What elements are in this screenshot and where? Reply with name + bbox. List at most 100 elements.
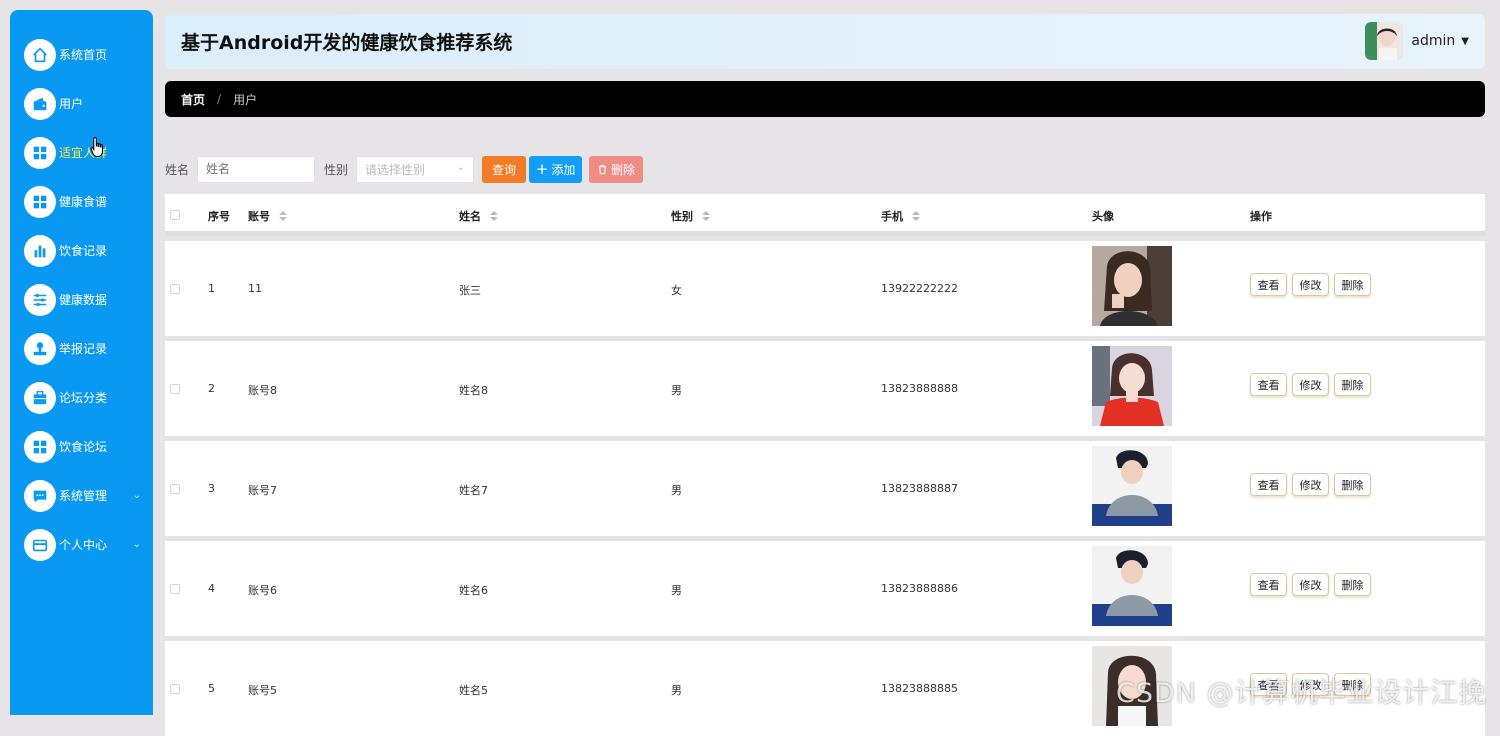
- cell-account: 11: [248, 282, 262, 295]
- chevron-down-icon: ⌄: [456, 161, 466, 173]
- sidebar-item-target-group[interactable]: 适宜人群: [10, 128, 153, 177]
- row-checkbox[interactable]: [170, 284, 180, 294]
- user-menu[interactable]: admin ▼: [1365, 22, 1469, 60]
- table-header: 序号 账号 姓名 性别 手机 头像 操作: [165, 194, 1485, 236]
- cell-index: 2: [208, 382, 215, 395]
- cell-gender: 男: [671, 684, 682, 697]
- stamp-icon: [24, 332, 56, 365]
- grid-icon: [24, 430, 56, 463]
- cell-index: 1: [208, 282, 215, 295]
- sidebar-item-label: 系统管理: [59, 489, 108, 503]
- sort-icon[interactable]: [489, 210, 498, 224]
- header-gender: 性别: [671, 210, 693, 223]
- delete-button[interactable]: 删除: [1334, 373, 1371, 396]
- grid-icon: [24, 185, 56, 218]
- card-icon: [24, 528, 56, 561]
- gender-select-placeholder: 请选择性别: [365, 162, 426, 177]
- row-checkbox[interactable]: [170, 684, 180, 694]
- sidebar-item-label: 饮食论坛: [59, 440, 108, 454]
- row-checkbox[interactable]: [170, 384, 180, 394]
- breadcrumb-home[interactable]: 首页: [181, 91, 205, 108]
- sidebar-item-label: 健康食谱: [59, 195, 108, 209]
- sort-icon[interactable]: [278, 210, 287, 224]
- edit-button[interactable]: 修改: [1292, 573, 1329, 596]
- user-avatar-image: [1092, 346, 1172, 426]
- name-search-input[interactable]: [197, 155, 316, 183]
- cell-gender: 男: [671, 484, 682, 497]
- sidebar-item-diet-record[interactable]: 饮食记录: [10, 226, 153, 275]
- avatar[interactable]: [1365, 22, 1404, 60]
- sidebar-item-system-manage[interactable]: 系统管理 ⌄: [10, 471, 153, 520]
- cell-name: 姓名7: [459, 484, 488, 497]
- sidebar-item-home[interactable]: 系统首页: [10, 30, 153, 79]
- query-button[interactable]: 查询: [482, 155, 527, 183]
- caret-down-icon[interactable]: ▼: [1461, 36, 1469, 47]
- row-actions: 查看 修改 删除: [1250, 473, 1376, 496]
- briefcase-icon: [24, 381, 56, 414]
- add-button-label: 添加: [551, 162, 576, 177]
- chevron-down-icon[interactable]: ⌄: [133, 490, 141, 501]
- cell-index: 4: [208, 582, 215, 595]
- sidebar-item-report-record[interactable]: 举报记录: [10, 324, 153, 373]
- cell-account: 账号5: [248, 684, 277, 697]
- sidebar-item-forum-category[interactable]: 论坛分类: [10, 373, 153, 422]
- edit-button[interactable]: 修改: [1292, 373, 1329, 396]
- user-table: 序号 账号 姓名 性别 手机 头像 操作 1 11 张三 女 139222222…: [165, 194, 1485, 736]
- header-avatar: 头像: [1092, 210, 1114, 223]
- cell-phone: 13823888888: [881, 382, 958, 395]
- cell-name: 张三: [459, 284, 481, 297]
- batch-delete-button[interactable]: 删除: [589, 155, 644, 183]
- delete-button[interactable]: 删除: [1334, 473, 1371, 496]
- header-gender-cell[interactable]: 性别: [671, 208, 710, 224]
- header-account-cell[interactable]: 账号: [248, 208, 287, 224]
- table-row: 2 账号8 姓名8 男 13823888888 查看 修改 删除: [165, 341, 1485, 436]
- row-checkbox[interactable]: [170, 484, 180, 494]
- sidebar-item-health-data[interactable]: 健康数据: [10, 275, 153, 324]
- header-name-cell[interactable]: 姓名: [459, 208, 498, 224]
- sidebar-item-user[interactable]: 用户: [10, 79, 153, 128]
- sidebar-item-label: 健康数据: [59, 293, 108, 307]
- gender-select[interactable]: 请选择性别 ⌄: [356, 155, 475, 183]
- sort-icon[interactable]: [701, 210, 710, 224]
- sidebar-item-label: 论坛分类: [59, 391, 108, 405]
- chevron-down-icon[interactable]: ⌄: [133, 539, 141, 550]
- header-name: 姓名: [459, 210, 481, 223]
- sidebar-item-recipes[interactable]: 健康食谱: [10, 177, 153, 226]
- row-actions: 查看 修改 删除: [1250, 273, 1376, 296]
- name-label: 姓名: [165, 162, 190, 177]
- header-index: 序号: [208, 210, 230, 223]
- row-checkbox[interactable]: [170, 584, 180, 594]
- cell-gender: 女: [671, 284, 682, 297]
- header-phone-cell[interactable]: 手机: [881, 208, 920, 224]
- table-row: 3 账号7 姓名7 男 13823888887 查看 修改 删除: [165, 441, 1485, 536]
- sidebar-item-personal-center[interactable]: 个人中心 ⌄: [10, 520, 153, 569]
- wallet-icon: [24, 87, 56, 120]
- cell-phone: 13823888885: [881, 682, 958, 695]
- cell-name: 姓名5: [459, 684, 488, 697]
- cell-name: 姓名6: [459, 584, 488, 597]
- select-all-checkbox[interactable]: [170, 210, 180, 220]
- add-button[interactable]: + 添加: [529, 155, 583, 183]
- delete-button[interactable]: 删除: [1334, 273, 1371, 296]
- cell-account: 账号8: [248, 384, 277, 397]
- view-button[interactable]: 查看: [1250, 273, 1287, 296]
- sidebar-item-label: 饮食记录: [59, 244, 108, 258]
- user-name[interactable]: admin: [1411, 33, 1455, 49]
- view-button[interactable]: 查看: [1250, 473, 1287, 496]
- edit-button[interactable]: 修改: [1292, 473, 1329, 496]
- sliders-icon: [24, 283, 56, 316]
- view-button[interactable]: 查看: [1250, 373, 1287, 396]
- sort-icon[interactable]: [911, 210, 920, 224]
- top-header: 基于Android开发的健康饮食推荐系统 admin ▼: [165, 14, 1485, 69]
- edit-button[interactable]: 修改: [1292, 273, 1329, 296]
- sidebar-item-label: 个人中心: [59, 538, 108, 552]
- sidebar-item-label: 系统首页: [59, 48, 108, 62]
- plus-icon: +: [535, 160, 549, 178]
- cell-account: 账号6: [248, 584, 277, 597]
- page-title: 基于Android开发的健康饮食推荐系统: [181, 32, 513, 54]
- row-actions: 查看 修改 删除: [1250, 573, 1376, 596]
- sidebar-item-diet-forum[interactable]: 饮食论坛: [10, 422, 153, 471]
- delete-button[interactable]: 删除: [1334, 573, 1371, 596]
- breadcrumb: 首页 / 用户: [165, 81, 1485, 117]
- view-button[interactable]: 查看: [1250, 573, 1287, 596]
